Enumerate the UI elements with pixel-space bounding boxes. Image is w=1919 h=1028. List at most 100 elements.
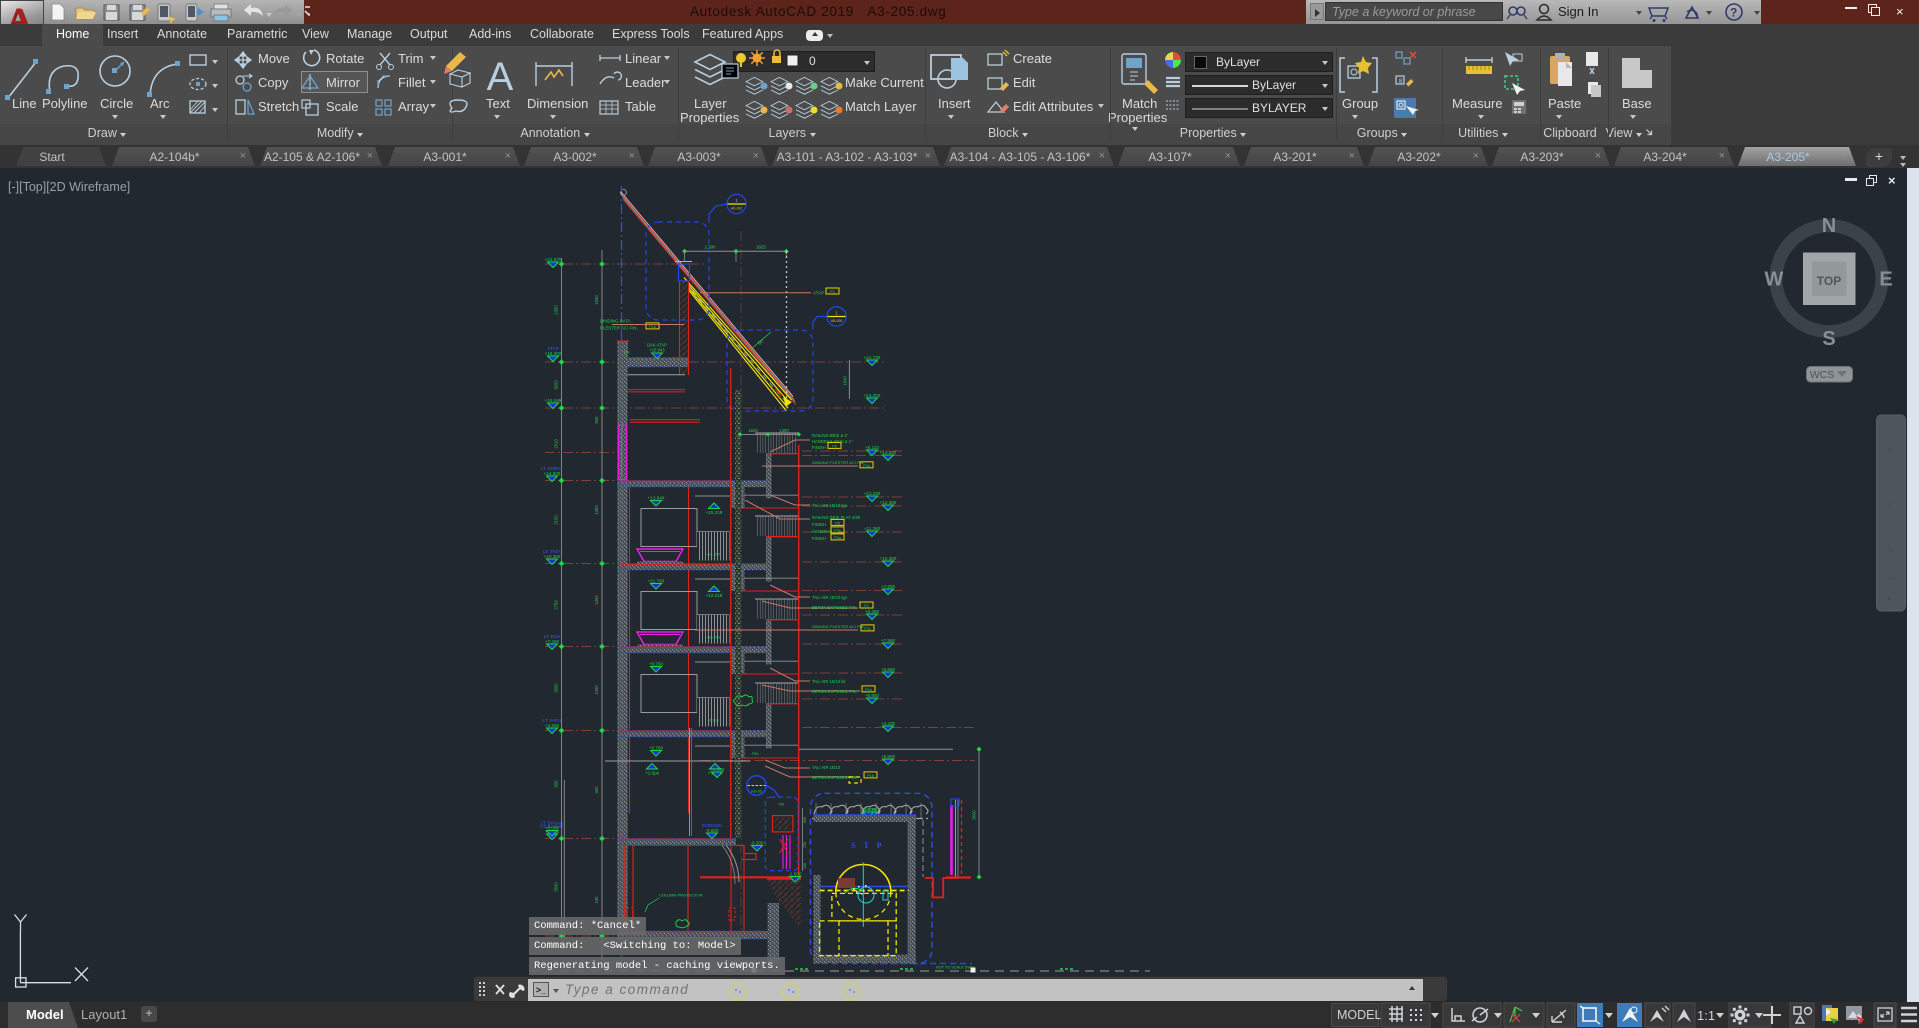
svg-text:1825: 1825 — [748, 428, 758, 433]
svg-text:+1.035: +1.035 — [710, 767, 725, 772]
svg-text:150: 150 — [803, 863, 807, 869]
svg-text:BETON EXPOSED FIN.: BETON EXPOSED FIN. — [812, 605, 857, 610]
svg-text:1300: 1300 — [594, 505, 599, 515]
svg-text:P1b: P1b — [867, 774, 874, 778]
svg-text:NOT TO SCALE DWG: NOT TO SCALE DWG — [936, 966, 974, 970]
svg-text:+7.600: +7.600 — [881, 584, 896, 589]
svg-text:+12.218: +12.218 — [706, 593, 723, 598]
svg-text:+13.200: +13.200 — [864, 393, 881, 398]
svg-text:+14.000: +14.000 — [880, 450, 897, 455]
svg-text:+6.850: +6.850 — [865, 693, 880, 698]
svg-text:DINDING PLESTER ACI FIN.: DINDING PLESTER ACI FIN. — [812, 460, 864, 465]
svg-text:P2c: P2c — [864, 627, 871, 631]
svg-text:+13.230: +13.230 — [864, 491, 881, 496]
svg-text:2310: 2310 — [554, 439, 559, 449]
svg-text:3600: 3600 — [972, 810, 977, 820]
svg-text:FINISH: FINISH — [812, 445, 826, 450]
svg-text:-0.200: -0.200 — [750, 840, 763, 845]
svg-text:1350: 1350 — [594, 595, 599, 605]
svg-text:PLESTER ACI FIN.: PLESTER ACI FIN. — [600, 326, 638, 331]
svg-text:450: 450 — [594, 786, 599, 794]
svg-text:AD-031: AD-031 — [731, 207, 743, 211]
svg-text:50°: 50° — [757, 338, 766, 346]
svg-text:FIN.: FIN. — [752, 752, 759, 756]
svg-text:P5: P5 — [832, 444, 837, 448]
svg-text:-0.600: -0.600 — [705, 828, 718, 833]
svg-text:750: 750 — [803, 842, 807, 848]
svg-text:1300: 1300 — [779, 428, 789, 433]
svg-text:1: 1 — [835, 311, 838, 316]
svg-text:950: 950 — [554, 780, 559, 788]
svg-text:S T P: S T P — [851, 841, 884, 850]
svg-text:+6.200: +6.200 — [707, 719, 719, 723]
svg-text:500: 500 — [803, 817, 807, 823]
svg-text:2750: 2750 — [554, 600, 559, 610]
svg-text:+12.570: +12.570 — [545, 257, 562, 262]
svg-text:-1.500: -1.500 — [788, 871, 801, 876]
svg-text:+7.560: +7.560 — [881, 638, 896, 643]
svg-text:WCS: WCS — [1810, 369, 1835, 381]
svg-text:N: N — [1822, 215, 1836, 237]
svg-text:3600: 3600 — [554, 683, 559, 693]
svg-text:+5.760: +5.760 — [649, 745, 664, 750]
svg-text:DINDING PLESTER ACI FIN.: DINDING PLESTER ACI FIN. — [812, 624, 864, 629]
svg-text:COLUMN PROTECTOR: COLUMN PROTECTOR — [659, 893, 703, 898]
svg-text:+12.360: +12.360 — [880, 500, 897, 505]
svg-text:BETON EXPOSED FIN.: BETON EXPOSED FIN. — [812, 689, 857, 694]
svg-text:1500: 1500 — [594, 295, 599, 305]
svg-text:+0.200: +0.200 — [861, 807, 876, 812]
svg-text:+11.760: +11.760 — [648, 578, 665, 583]
svg-text:+8.760: +8.760 — [649, 661, 664, 666]
svg-text:P1: P1 — [864, 604, 869, 608]
svg-text:P1b: P1b — [865, 688, 872, 692]
svg-text:+0.000: +0.000 — [545, 825, 560, 830]
svg-text:+7.400: +7.400 — [545, 639, 560, 644]
svg-text:3500: 3500 — [554, 882, 559, 892]
svg-text:P1b: P1b — [863, 464, 870, 468]
svg-text:2.300: 2.300 — [705, 245, 717, 250]
svg-text:600: 600 — [594, 416, 599, 424]
svg-text:+5.110: +5.110 — [865, 445, 879, 450]
svg-text:TALI AIR 15/10 kit: TALI AIR 15/10 kit — [812, 679, 846, 684]
svg-text:700: 700 — [778, 803, 784, 807]
svg-text:KD-05: KD-05 — [751, 790, 761, 794]
svg-text:+4.330: +4.330 — [881, 721, 896, 726]
svg-text:FINISH: FINISH — [812, 536, 826, 541]
svg-text:+15.843: +15.843 — [649, 348, 665, 353]
svg-text:AB-005: AB-005 — [831, 319, 842, 323]
svg-text:TALI AIR 15/10: TALI AIR 15/10 — [812, 765, 841, 770]
svg-text:P5b: P5b — [834, 529, 841, 533]
svg-text:+1.0ps: +1.0ps — [645, 770, 660, 775]
svg-text:P5: P5 — [835, 521, 840, 525]
svg-text:1540: 1540 — [842, 376, 847, 386]
svg-text:S: S — [1822, 328, 1835, 350]
svg-text:+14.200: +14.200 — [706, 553, 720, 557]
svg-text:P5a: P5a — [834, 536, 842, 540]
svg-text:E: E — [1879, 269, 1892, 291]
svg-text:TALI AIR 15/10 typ: TALI AIR 15/10 typ — [812, 595, 848, 600]
svg-text:150: 150 — [594, 896, 599, 904]
svg-text:1825: 1825 — [756, 245, 766, 250]
svg-text:+10.200: +10.200 — [706, 636, 720, 640]
svg-text:RAILING BESI ø 1": RAILING BESI ø 1" — [812, 433, 849, 438]
svg-text:1:1: 1:1 — [1697, 1008, 1715, 1023]
svg-text:+5.800: +5.800 — [881, 754, 896, 759]
svg-text:1: 1 — [735, 198, 738, 203]
svg-text:1350: 1350 — [554, 305, 559, 315]
svg-text:DINDING BATA: DINDING BATA — [600, 319, 631, 324]
svg-text:+14.730: +14.730 — [864, 355, 881, 360]
svg-text:+15.049: +15.049 — [545, 398, 562, 403]
svg-text:ATAP: ATAP — [813, 291, 824, 296]
svg-text:2150: 2150 — [554, 515, 559, 525]
svg-text:+13.640: +13.640 — [648, 495, 665, 500]
svg-text:3050: 3050 — [554, 380, 559, 390]
svg-text:FIN.: FIN. — [624, 351, 631, 355]
svg-text:+10.350: +10.350 — [544, 554, 561, 559]
svg-text:+14.000: +14.000 — [544, 471, 561, 476]
svg-text:!: ! — [1858, 1019, 1860, 1026]
svg-text:P1b: P1b — [649, 325, 656, 329]
svg-text:+6.860: +6.860 — [881, 667, 896, 672]
svg-text:TOP: TOP — [1817, 274, 1841, 288]
svg-text:+10.360: +10.360 — [880, 556, 897, 561]
svg-text:W: W — [1765, 269, 1784, 291]
